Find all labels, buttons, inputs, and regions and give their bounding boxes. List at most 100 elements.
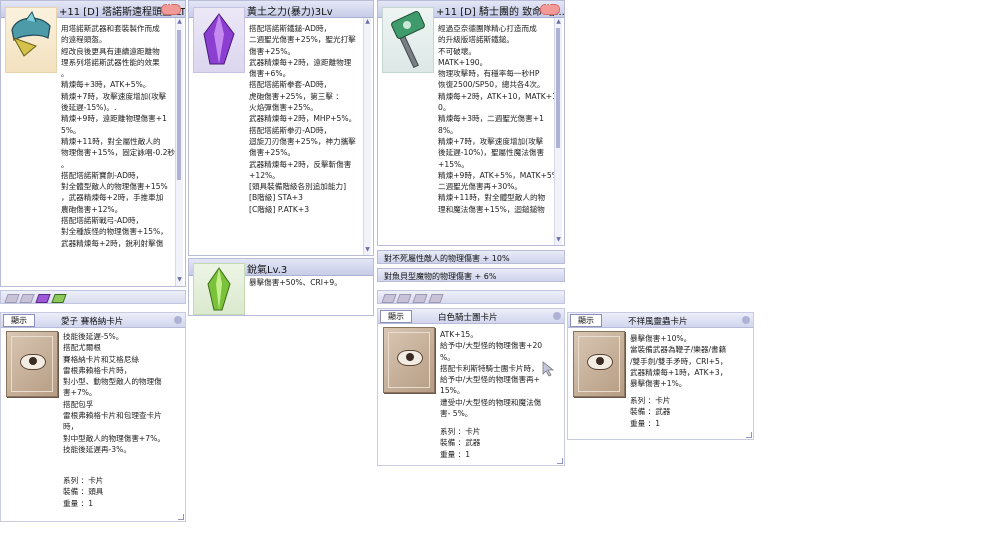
show-button[interactable]: 顯示 <box>380 310 412 323</box>
scroll-up-icon[interactable] <box>174 316 182 324</box>
description-line: 武器精煉每+2時，遠距離物理 <box>249 57 352 67</box>
description-line: 給予中/大型怪的物理傷害再+ <box>440 375 541 385</box>
description-line: 搭配塔諾斯鐵鎚-AD時， <box>249 24 332 33</box>
card-slot-icon[interactable] <box>396 294 412 303</box>
item-description: 搭配塔諾斯鐵鎚-AD時， 二週聖光傷害+25%，聖光打擊 傷害+25%。 武器精煉每+… <box>249 23 367 215</box>
description-line: %。 <box>440 352 455 362</box>
item-window-weapon: +11 [D] 騎士團的 致命 塔... 經過亞奈德團隊精心打造而成的升級版塔諾… <box>377 0 565 246</box>
resize-handle[interactable] <box>746 432 752 438</box>
show-button[interactable]: 顯示 <box>3 314 35 327</box>
card-window-3: 顯示 不祥風靈蟲卡片 暴擊傷害+10%。 當裝備武器為鞭子/樂器/書籍/雙手劍/雙… <box>567 312 754 440</box>
hammer-item-icon <box>382 7 434 73</box>
card-header[interactable]: 顯示 愛子 賽格納卡片 <box>1 313 185 328</box>
item-description: 用塔諾斯武器和套裝製作而成 的遠程頭盔。 經改良後更具有連續遠距離物 理系列塔諾斯武器… <box>61 23 179 249</box>
card-slot-icon[interactable] <box>19 294 35 303</box>
description-line: 。 <box>61 69 69 79</box>
card-slot-icon[interactable] <box>51 294 67 303</box>
card-slot-icon[interactable] <box>381 294 397 303</box>
description-line: 二週聖光傷害+25%，聖光打擊 <box>249 35 356 45</box>
description-line: 對小型、動物型敵人的物理傷 <box>63 377 162 387</box>
description-line: 精煉+9時，ATK+5%，MATK+5%， <box>438 170 565 180</box>
bonus-line-text: 對魚貝型魔物的物理傷害 + 6% <box>384 272 497 281</box>
card-description: ATK+15。給予中/大型怪的物理傷害+20%。 搭配卡利斯特騎士團卡片時， 給予中… <box>440 329 558 419</box>
description-line: 理和魔法傷害+15%，迴鎚鎚物 <box>438 204 545 214</box>
description-line: 傷害+25%。 <box>249 46 296 56</box>
description-line: 經過亞奈德團隊精心打造而成 <box>438 24 537 33</box>
description-line: 物理傷害+15%，固定詠唱-0.2秒 <box>61 148 175 158</box>
scrollbar[interactable]: ▲ ▼ <box>175 18 183 286</box>
description-line: 武器精煉每+2時，MHP+5%。 <box>249 114 357 124</box>
meta-line: 重量 ：1 <box>630 418 661 428</box>
description-line: 。 <box>61 159 69 169</box>
description-line: ATK+15。 <box>440 330 478 339</box>
meta-line: 裝備 ：武器 <box>440 438 481 448</box>
description-line: 武器精煉每+2時，反擊斬傷害 <box>249 159 352 169</box>
description-line: 的升級版塔諾斯鐵鎚。 <box>438 35 514 45</box>
card-title: 不祥風靈蟲卡片 <box>628 317 688 327</box>
scroll-up-icon[interactable] <box>742 316 750 324</box>
meta-line: 重量 ：1 <box>63 498 94 508</box>
card-image <box>573 331 625 397</box>
resize-handle[interactable] <box>557 458 563 464</box>
description-line: 搭配包孚 <box>63 399 94 409</box>
card-slot-icon[interactable] <box>428 294 444 303</box>
close-icon[interactable] <box>161 1 181 15</box>
scroll-thumb[interactable] <box>556 28 560 148</box>
meta-line: 系列 ：卡片 <box>63 476 104 485</box>
card-slot-icon[interactable] <box>35 294 51 303</box>
item-description: 經過亞奈德團隊精心打造而成 的升級版塔諾斯鐵鎚。 不可破壞。 MATK+190。 物理攻… <box>438 23 565 215</box>
description-line: 搭配塔諾斯拳套-AD時， <box>249 80 332 90</box>
scrollbar[interactable]: ▲ ▼ <box>554 18 562 245</box>
purple-crystal-icon <box>193 7 245 73</box>
description-line: 搭配卡利斯特騎士團卡片時， <box>440 363 539 373</box>
description-line: 不可破壞。 <box>438 46 476 56</box>
description-line: 對中型敵人的物理傷害+7%。 <box>63 433 165 443</box>
close-icon[interactable] <box>540 1 560 15</box>
description-line: 精煉每+3時，二週聖光傷害+1 <box>438 114 544 124</box>
item-window-helm: +11 [D] 塔諾斯遠程頭盔-LT 用塔諾斯武器和套裝製作而成的遠程頭盔。經改… <box>0 0 186 287</box>
card-slot-icon[interactable] <box>4 294 20 303</box>
description-line: 當裝備武器為鞭子/樂器/書籍 <box>630 345 727 355</box>
description-line: 賽格納卡片和艾格尼絲 <box>63 354 139 364</box>
resize-handle[interactable] <box>178 514 184 520</box>
description-line: 害+7%。 <box>63 388 97 398</box>
description-line: 技能後延遲-5%。 <box>63 332 124 341</box>
show-button[interactable]: 顯示 <box>570 314 602 327</box>
description-line: 給予中/大型怪的物理傷害+20 <box>440 341 543 351</box>
description-line: 武器精煉每+2時，銳利射擊傷 <box>61 238 164 248</box>
description-line: 虎砲傷害+25%，第三擊 ： <box>249 91 343 101</box>
description-line: [頭具裝備階級各別追加能力] <box>249 182 347 192</box>
description-line: 用塔諾斯武器和套裝製作而成 <box>61 24 160 33</box>
description-line: 精煉+7時，攻擊速度增加(攻擊 <box>438 136 544 146</box>
card-header[interactable]: 顯示 白色騎士團卡片 <box>378 309 564 324</box>
description-line: MATK+190。 <box>438 57 488 67</box>
meta-line: 系列 ：卡片 <box>440 427 481 436</box>
description-line: 5%。 <box>61 125 81 135</box>
description-line: 搭配尤爾根 <box>63 343 101 353</box>
card-slot-icon[interactable] <box>412 294 428 303</box>
green-crystal-icon <box>193 263 245 315</box>
card-meta: 系列 ：卡片 裝備 ：武器 重量 ：1 <box>440 426 558 460</box>
description-line: 傷害+25%。 <box>249 148 296 158</box>
description-line: 對全體型敵人的物理傷害+15% <box>61 182 168 192</box>
description-line: 0。 <box>438 103 451 113</box>
description-line: 恢復2500/SP50，總共各4次。 <box>438 80 545 90</box>
description-line: 雷根弗賴格卡片時， <box>63 365 132 375</box>
description-line: 暴擊傷害+10%。 <box>630 334 692 343</box>
description-line: 搭配塔諾斯拳刃-AD時， <box>249 125 332 135</box>
card-header[interactable]: 顯示 不祥風靈蟲卡片 <box>568 313 753 328</box>
scrollbar[interactable]: ▲ ▼ <box>363 18 371 255</box>
card-image <box>6 331 58 397</box>
description-line: 後延遲-15%)。. <box>61 103 117 113</box>
bonus-line: 對魚貝型魔物的物理傷害 + 6% <box>377 268 565 282</box>
description-line: 火焰彈傷害+25%。 <box>249 103 318 113</box>
scroll-thumb[interactable] <box>177 30 181 180</box>
description-line: 農砲傷害+12%。 <box>61 204 123 214</box>
bonus-line-text: 對不死屬性敵人的物理傷害 + 10% <box>384 254 510 263</box>
description-line: 雷根弗賴格卡片和包理查卡片 <box>63 411 162 421</box>
card-description: 技能後延遲-5%。 搭配尤爾根 賽格納卡片和艾格尼絲 雷根弗賴格卡片時， 對小型、動物型… <box>63 331 181 455</box>
description-line: +15%。 <box>438 159 469 169</box>
scroll-up-icon[interactable] <box>553 312 561 320</box>
description-line: 暴擊傷害+50%、CRI+9。 <box>249 278 342 287</box>
description-line: +12%。 <box>249 170 280 180</box>
